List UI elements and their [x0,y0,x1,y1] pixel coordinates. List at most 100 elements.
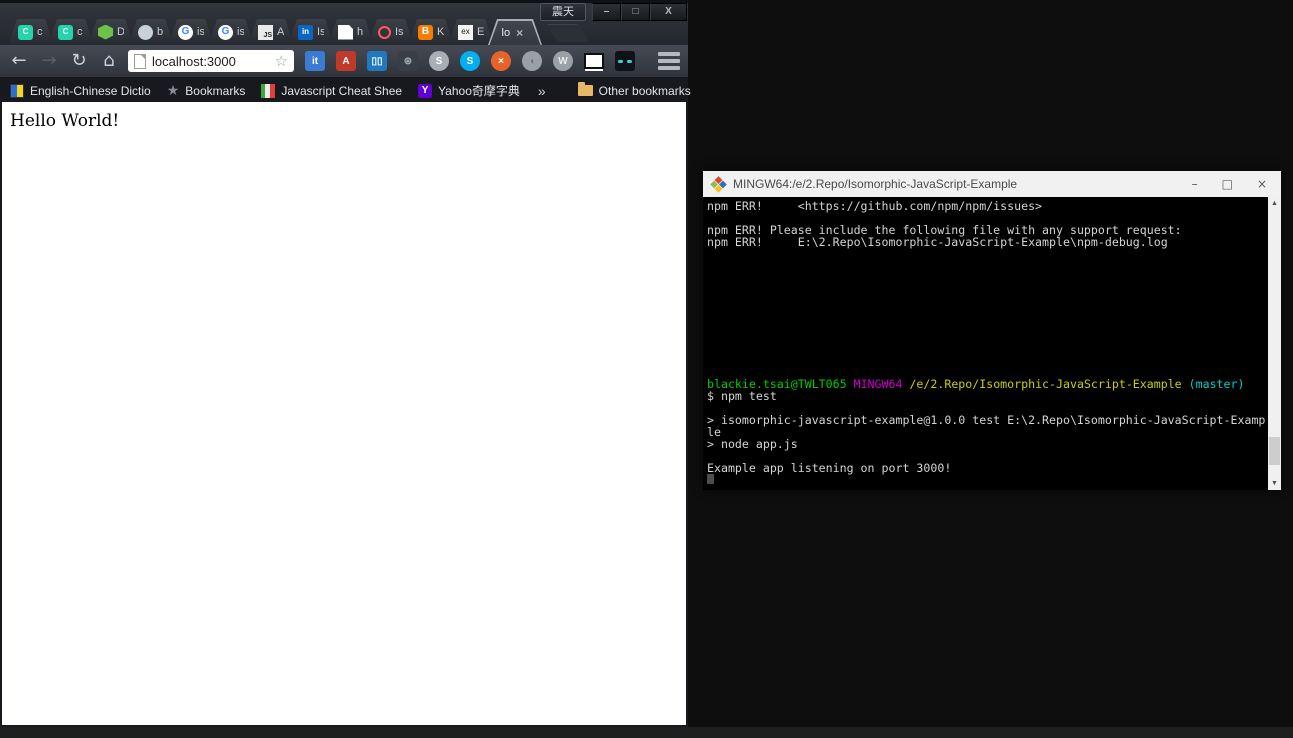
browser-tab[interactable]: exE [448,19,494,45]
terminal-line [707,344,1263,356]
github-favicon [138,25,153,40]
airbnb-favicon [378,26,391,39]
bookmark-item-javascript-cheat-sheet[interactable]: Javascript Cheat Shee [261,84,402,98]
tab-label: Is [317,26,324,38]
scroll-up-icon[interactable]: ▲ [1268,197,1281,210]
terminal-line: Example app listening on port 3000! [707,463,1263,475]
bookmarks-overflow-chevron[interactable]: » [538,83,546,99]
git-icon [710,176,727,193]
browser-tab[interactable]: Is [368,19,414,45]
skype-extension-icon[interactable]: S [459,50,481,72]
tab-label: b [157,26,163,38]
bookmark-label: Yahoo奇摩字典 [438,82,520,99]
trello-extension-icon[interactable]: ▯▯ [366,50,388,72]
tab-label: c [77,26,83,38]
browser-tab[interactable]: b [128,19,174,45]
google-favicon: G [218,25,233,40]
browser-tab[interactable]: Gis [208,19,254,45]
weather-button[interactable]: 震天 [540,3,586,21]
folder-icon [578,85,593,96]
terminal-minimize-button[interactable]: – [1192,178,1198,190]
express-favicon: ex [458,25,473,40]
star-icon: ★ [167,84,180,98]
browser-titlebar: CcCcDbGisGisJSAinIshIsBKexElo× 震天 – □ X [0,0,688,45]
scroll-down-icon[interactable]: ▼ [1268,477,1281,490]
tab-label: D [117,26,124,38]
react-devtools-extension-icon[interactable]: ⊛ [397,50,419,72]
window-minimize-button[interactable]: – [592,3,621,21]
browser-tab[interactable]: BK [408,19,454,45]
bookmarks-bar: English-Chinese Dictio ★ Bookmarks Javas… [0,79,688,102]
orange-extension-icon[interactable]: × [490,50,512,72]
terminal-line [707,474,1263,486]
tab-label: Is [395,26,404,38]
codecademy-favicon: C [18,25,33,40]
browser-tab[interactable]: h [328,19,374,45]
tab-label: c [37,26,43,38]
terminal-scrollbar[interactable]: ▲ ▼ [1268,197,1281,490]
terminal-maximize-button[interactable]: □ [1222,178,1233,190]
linkedin-favicon: in [298,25,313,40]
forward-button[interactable]: → [38,50,60,72]
scrollbar-thumb[interactable] [1269,437,1280,465]
bookmark-item-bookmarks[interactable]: ★ Bookmarks [167,84,246,98]
codecademy-favicon: C [58,25,73,40]
tab-close-icon[interactable]: × [516,26,523,40]
terminal-close-button[interactable]: × [1257,178,1267,190]
dictionary-extension-icon[interactable]: A [335,50,357,72]
terminal-line: > isomorphic-javascript-example@1.0.0 te… [707,415,1263,427]
browser-tab[interactable]: in Is [288,19,334,45]
robot-extension-icon[interactable] [614,50,636,72]
new-tab-button[interactable] [546,24,589,42]
blogger-favicon: B [418,25,433,40]
address-bar[interactable]: localhost:3000 ☆ [128,50,294,72]
terminal-line [707,260,1263,272]
terminal-line: npm ERR! <https://github.com/npm/npm/iss… [707,201,1263,213]
browser-tab[interactable]: Gis [168,19,214,45]
bottom-strip [0,727,1293,738]
bookmark-item-yahoo-dictionary[interactable]: Y Yahoo奇摩字典 [418,82,520,99]
terminal-line: npm ERR! E:\2.Repo\Isomorphic-JavaScript… [707,237,1263,249]
terminal-line [707,296,1263,308]
browser-tab[interactable]: JSA [248,19,294,45]
terminal-line [707,249,1263,261]
window-close-button[interactable]: X [650,3,687,21]
italki-extension-icon[interactable]: it [304,50,326,72]
javascript-favicon: JS [258,25,273,40]
browser-tab[interactable]: Cc [8,19,54,45]
bookmark-label: English-Chinese Dictio [30,84,151,98]
terminal-window: MINGW64:/e/2.Repo/Isomorphic-JavaScript-… [703,171,1281,490]
terminal-cursor [707,474,714,484]
reload-button[interactable]: ↻ [68,50,90,72]
other-bookmarks-button[interactable]: Other bookmarks [578,84,691,98]
browser-tab[interactable]: D [88,19,134,45]
terminal-line [707,308,1263,320]
active-tab[interactable]: lo × [488,19,542,45]
terminal-line: blackie.tsai@TWLT065 MINGW64 /e/2.Repo/I… [707,379,1263,391]
menu-button[interactable] [658,52,680,70]
yahoo-icon: Y [418,84,432,98]
bookmark-item-english-chinese-dictionary[interactable]: English-Chinese Dictio [10,84,151,98]
active-tab-face[interactable]: lo × [490,21,541,46]
skype-gray-extension-icon[interactable]: S [428,50,450,72]
terminal-line: $ npm test [707,391,1263,403]
bookmark-star-icon[interactable]: ☆ [275,52,288,70]
cheatsheet-icon [261,84,275,98]
home-button[interactable]: ⌂ [98,50,120,72]
terminal-titlebar[interactable]: MINGW64:/e/2.Repo/Isomorphic-JavaScript-… [703,171,1281,197]
tab-label: h [357,26,363,38]
browser-toolbar: ← → ↻ ⌂ localhost:3000 ☆ it A ▯▯ ⊛ SS × ◖ W [0,45,688,78]
terminal-output[interactable]: npm ERR! <https://github.com/npm/npm/iss… [703,197,1281,490]
back-button[interactable]: ← [8,50,30,72]
wordpress-gray-extension-icon[interactable]: W [552,50,574,72]
tab-label: is [197,26,204,38]
terminal-line: > node app.js [707,439,1263,451]
active-tab-label: lo [502,27,511,39]
other-bookmarks-label: Other bookmarks [599,84,691,98]
browser-window: CcCcDbGisGisJSAinIshIsBKexElo× 震天 – □ X … [0,0,688,727]
window-maximize-button[interactable]: □ [621,3,650,21]
url-text[interactable]: localhost:3000 [152,54,269,69]
swirl-extension-icon[interactable]: ◖ [521,50,543,72]
screen-capture-extension-icon[interactable] [583,50,605,72]
browser-tab[interactable]: Cc [48,19,94,45]
